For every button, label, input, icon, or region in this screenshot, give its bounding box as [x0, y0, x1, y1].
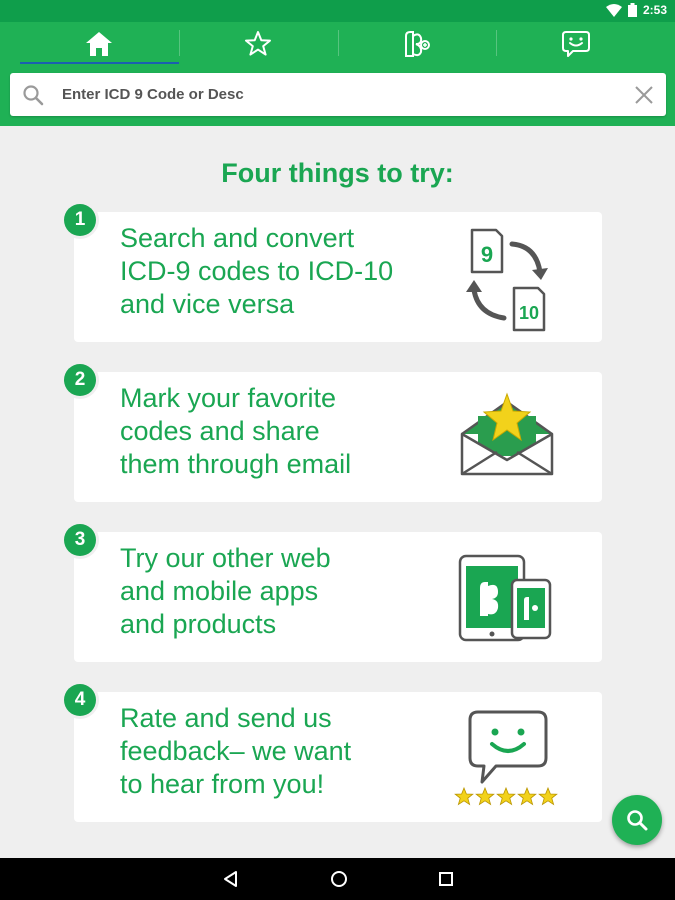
- recents-icon[interactable]: [437, 870, 455, 888]
- code-label-9: 9: [481, 242, 493, 267]
- tab-bar: [20, 22, 655, 66]
- home-icon: [86, 32, 113, 56]
- code-label-10: 10: [519, 303, 539, 323]
- tip-card-1[interactable]: Search and convert ICD-9 codes to ICD-10…: [74, 212, 602, 342]
- convert-codes-icon: 9 10: [466, 228, 548, 332]
- wifi-icon: [605, 3, 622, 17]
- search-input[interactable]: [60, 73, 622, 116]
- feedback-icon: [561, 31, 590, 57]
- tip-text: Search and convert ICD-9 codes to ICD-10…: [120, 223, 394, 319]
- tip-card-3[interactable]: Try our other web and mobile apps and pr…: [74, 532, 602, 662]
- search-fab-button[interactable]: [612, 795, 662, 845]
- status-bar: 2:53: [0, 0, 675, 22]
- app-bar: [0, 22, 675, 126]
- tab-feedback[interactable]: [496, 22, 655, 66]
- tip-text: Rate and send us feedback– we want to he…: [120, 703, 352, 799]
- step-badge-4: 4: [64, 684, 96, 716]
- tip-text: Try our other web and mobile apps and pr…: [120, 543, 331, 639]
- page-title: Four things to try:: [221, 158, 454, 188]
- tab-apps[interactable]: [337, 22, 497, 66]
- email-star-icon: [460, 392, 554, 476]
- step-badge-2: 2: [64, 364, 96, 396]
- tip-card-2[interactable]: Mark your favorite codes and share them …: [74, 372, 602, 502]
- tip-card-4[interactable]: Rate and send us feedback– we want to he…: [74, 692, 602, 822]
- tab-favorites[interactable]: [178, 22, 338, 66]
- battery-icon: [627, 3, 637, 17]
- navigation-bar: [0, 858, 675, 900]
- tip-text: Mark your favorite codes and share them …: [120, 383, 352, 479]
- home-circle-icon[interactable]: [329, 869, 349, 889]
- devices-icon: [458, 554, 552, 642]
- clear-search-icon[interactable]: [634, 85, 654, 105]
- status-time: 2:53: [642, 3, 667, 17]
- apps-icon: [404, 31, 430, 57]
- search-box: [10, 73, 666, 116]
- step-badge-3: 3: [64, 524, 96, 556]
- tab-home[interactable]: [20, 22, 179, 66]
- search-icon: [627, 810, 648, 831]
- search-icon: [23, 85, 44, 106]
- rating-feedback-icon: [454, 710, 558, 806]
- back-icon[interactable]: [221, 869, 241, 889]
- star-icon: [245, 31, 272, 56]
- step-badge-1: 1: [64, 204, 96, 236]
